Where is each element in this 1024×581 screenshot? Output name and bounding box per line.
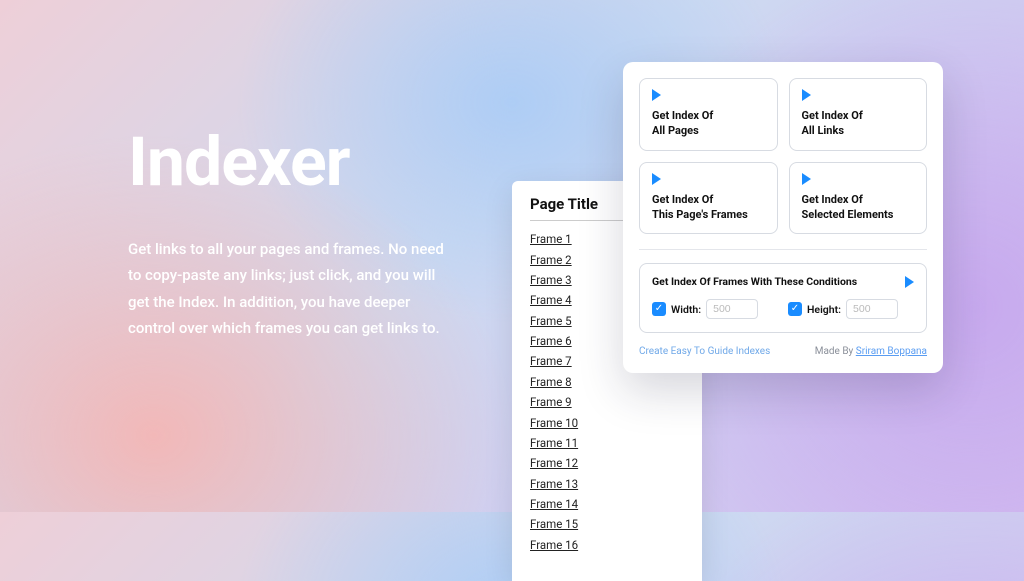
action-label: Get Index OfAll Links [802, 109, 915, 139]
conditions-box: Get Index Of Frames With These Condition… [639, 263, 927, 333]
height-checkbox[interactable]: ✓ [788, 302, 802, 316]
frame-link[interactable]: Frame 14 [530, 494, 684, 514]
hero-subtitle: Get links to all your pages and frames. … [128, 236, 458, 341]
frame-link[interactable]: Frame 13 [530, 474, 684, 494]
width-field: ✓ Width: [652, 299, 778, 319]
footer-credit: Made By Sriram Boppana [815, 346, 927, 357]
width-checkbox[interactable]: ✓ [652, 302, 666, 316]
play-icon [802, 89, 811, 101]
frame-link[interactable]: Frame 16 [530, 535, 684, 555]
height-label: Height: [807, 303, 841, 316]
width-label: Width: [671, 303, 701, 316]
frame-link[interactable]: Frame 15 [530, 514, 684, 534]
plugin-card: Get Index OfAll Pages Get Index OfAll Lin… [623, 62, 943, 373]
play-icon [652, 173, 661, 185]
footer-tagline: Create Easy To Guide Indexes [639, 346, 770, 357]
hero-title: Indexer [128, 122, 458, 202]
action-button[interactable]: Get Index OfAll Links [789, 78, 928, 151]
hero: Indexer Get links to all your pages and … [128, 122, 458, 341]
action-label: Get Index OfThis Page's Frames [652, 193, 765, 223]
made-by-prefix: Made By [815, 346, 856, 357]
divider [639, 249, 927, 250]
frame-link[interactable]: Frame 8 [530, 372, 684, 392]
action-button[interactable]: Get Index OfAll Pages [639, 78, 778, 151]
width-input[interactable] [706, 299, 758, 319]
action-label: Get Index OfSelected Elements [802, 193, 915, 223]
action-button[interactable]: Get Index OfSelected Elements [789, 162, 928, 235]
action-button[interactable]: Get Index OfThis Page's Frames [639, 162, 778, 235]
conditions-title: Get Index Of Frames With These Condition… [652, 275, 857, 288]
action-label: Get Index OfAll Pages [652, 109, 765, 139]
play-icon [802, 173, 811, 185]
height-field: ✓ Height: [788, 299, 914, 319]
frame-link[interactable]: Frame 11 [530, 433, 684, 453]
frame-link[interactable]: Frame 10 [530, 412, 684, 432]
card-footer: Create Easy To Guide Indexes Made By Sri… [639, 346, 927, 357]
height-input[interactable] [846, 299, 898, 319]
frame-link[interactable]: Frame 9 [530, 392, 684, 412]
action-grid: Get Index OfAll Pages Get Index OfAll Lin… [639, 78, 927, 234]
conditions-header[interactable]: Get Index Of Frames With These Condition… [652, 275, 914, 288]
play-icon [652, 89, 661, 101]
conditions-row: ✓ Width: ✓ Height: [652, 299, 914, 319]
play-icon [905, 276, 914, 288]
frame-link[interactable]: Frame 12 [530, 453, 684, 473]
author-link[interactable]: Sriram Boppana [856, 346, 927, 357]
